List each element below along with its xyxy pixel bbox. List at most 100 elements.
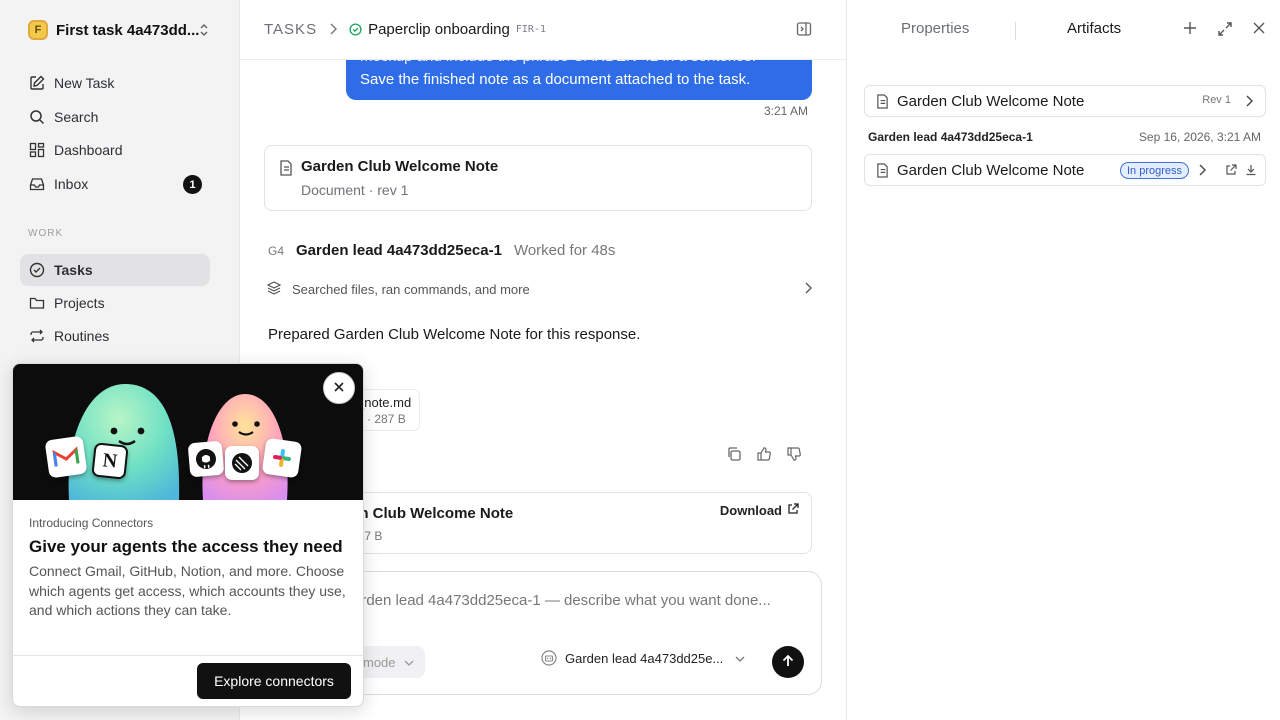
nav-search[interactable]: Search [20,101,210,133]
check-circle-icon [28,261,46,279]
status-check-icon [349,23,362,36]
file-name: _note.md [357,395,412,410]
nav-label: Dashboard [54,142,123,158]
agent-name[interactable]: Garden lead 4a473dd25eca-1 [296,242,502,259]
agent-header: G4 Garden lead 4a473dd25eca-1 Worked for… [268,242,615,259]
nav-label: Projects [54,295,105,311]
arrow-up-icon [781,654,795,671]
panel-toggle-icon[interactable] [796,21,812,40]
close-icon[interactable] [1252,21,1266,38]
gmail-icon [44,435,88,479]
popup-kicker: Introducing Connectors [29,516,154,530]
linear-icon [225,446,259,480]
document-icon [279,160,293,179]
folder-icon [28,294,46,312]
bot-icon [541,650,557,666]
external-link-icon[interactable] [1225,163,1237,179]
close-icon [333,380,345,396]
nav-label: New Task [54,75,115,91]
nav-inbox[interactable]: Inbox 1 [20,168,210,200]
chevron-right-icon [1245,94,1253,110]
agent-selector-label: Garden lead 4a473dd25e... [565,650,724,666]
composer-input[interactable]: arden lead 4a473dd25eca-1 — describe wha… [353,592,771,609]
github-icon [187,440,225,478]
artifact-author: Garden lead 4a473dd25eca-1 [868,130,1033,144]
external-link-icon [787,503,799,518]
add-icon[interactable] [1183,21,1197,38]
panel-tabs: Properties Artifacts [847,0,1280,60]
chevron-right-icon [329,22,338,38]
popup-heading: Give your agents the access they need [29,537,343,556]
nav-label: Search [54,109,99,125]
artifact-card[interactable]: Garden Club Welcome Note Rev 1 [864,85,1266,117]
document-icon [876,94,889,112]
repeat-icon [28,327,46,345]
document-icon [876,163,889,181]
nav-label: Tasks [54,262,93,278]
workspace-logo: F [28,20,48,40]
document-title: Garden Club Welcome Note [301,158,499,175]
download-button[interactable]: Download [720,503,799,518]
download-card: en Club Welcome Note 287 B Download [330,492,812,554]
artifact-version-title: Garden Club Welcome Note [897,162,1085,179]
user-message-line: Save the finished note as a document att… [360,71,751,88]
section-label-work: WORK [28,228,64,239]
mascot-illustration [68,384,288,500]
avatar: G4 [268,243,285,258]
nav-label: Routines [54,328,110,344]
send-button[interactable] [772,646,804,678]
nav-new-task[interactable]: New Task [20,67,210,99]
download-icon[interactable] [1245,163,1257,179]
nav-routines[interactable]: Routines [20,320,210,352]
artifact-version-row[interactable]: Garden Club Welcome Note In progress [864,154,1266,186]
artifact-timestamp: Sep 16, 2026, 3:21 AM [1138,130,1261,144]
agent-selector[interactable]: Garden lead 4a473dd25e... [541,650,745,666]
edit-icon [28,74,46,92]
dashboard-icon [28,141,46,159]
expand-icon[interactable] [1217,21,1233,40]
notion-icon: N [91,442,129,480]
breadcrumb: TASKS Paperclip onboarding FIR-1 [240,0,846,60]
file-meta: n · 287 B [357,412,406,426]
slack-icon [261,437,303,479]
chevron-down-icon [735,651,745,666]
tab-artifacts[interactable]: Artifacts [1067,20,1121,37]
message-composer[interactable]: arden lead 4a473dd25eca-1 — describe wha… [330,571,822,695]
connectors-popup: N Introducing Connectors Give your agent… [12,363,364,707]
agent-response: Prepared Garden Club Welcome Note for th… [268,326,641,343]
inbox-icon [28,175,46,193]
download-card-title: en Club Welcome Note [351,505,514,522]
activity-summary[interactable]: Searched files, ran commands, and more [266,279,812,299]
download-label: Download [719,503,782,518]
workspace-switcher[interactable]: F First task 4a473dd... [28,18,218,42]
nav-projects[interactable]: Projects [20,287,210,319]
explore-connectors-button[interactable]: Explore connectors [197,663,351,699]
layers-icon [266,280,282,299]
connectors-illustration: N [13,364,363,500]
nav-tasks[interactable]: Tasks [20,254,210,286]
copy-icon[interactable] [726,446,744,464]
workspace-name: First task 4a473dd... [56,21,200,39]
close-popup-button[interactable] [323,372,355,404]
artifact-title: Garden Club Welcome Note [897,93,1085,110]
chevron-down-icon [404,655,414,670]
mode-label: mode [363,654,396,670]
status-badge: In progress [1120,162,1190,179]
tab-divider [1015,22,1016,40]
artifact-revision: Rev 1 [1202,94,1231,106]
tab-properties[interactable]: Properties [901,20,969,37]
thumbs-up-icon[interactable] [756,446,774,464]
nav-dashboard[interactable]: Dashboard [20,134,210,166]
chevron-right-icon[interactable] [1198,163,1206,179]
popup-divider [13,655,363,656]
thumbs-down-icon[interactable] [786,446,804,464]
nav-label: Inbox [54,176,89,192]
document-subtitle: Document · rev 1 [301,182,409,198]
popup-body: Connect Gmail, GitHub, Notion, and more.… [29,563,346,618]
document-card[interactable]: Garden Club Welcome Note Document · rev … [264,145,812,211]
breadcrumb-root[interactable]: TASKS [264,21,317,38]
task-code: FIR-1 [515,24,546,35]
chevron-right-icon [804,281,812,297]
inbox-count-badge: 1 [183,175,202,194]
chevron-updown-icon [198,22,210,41]
